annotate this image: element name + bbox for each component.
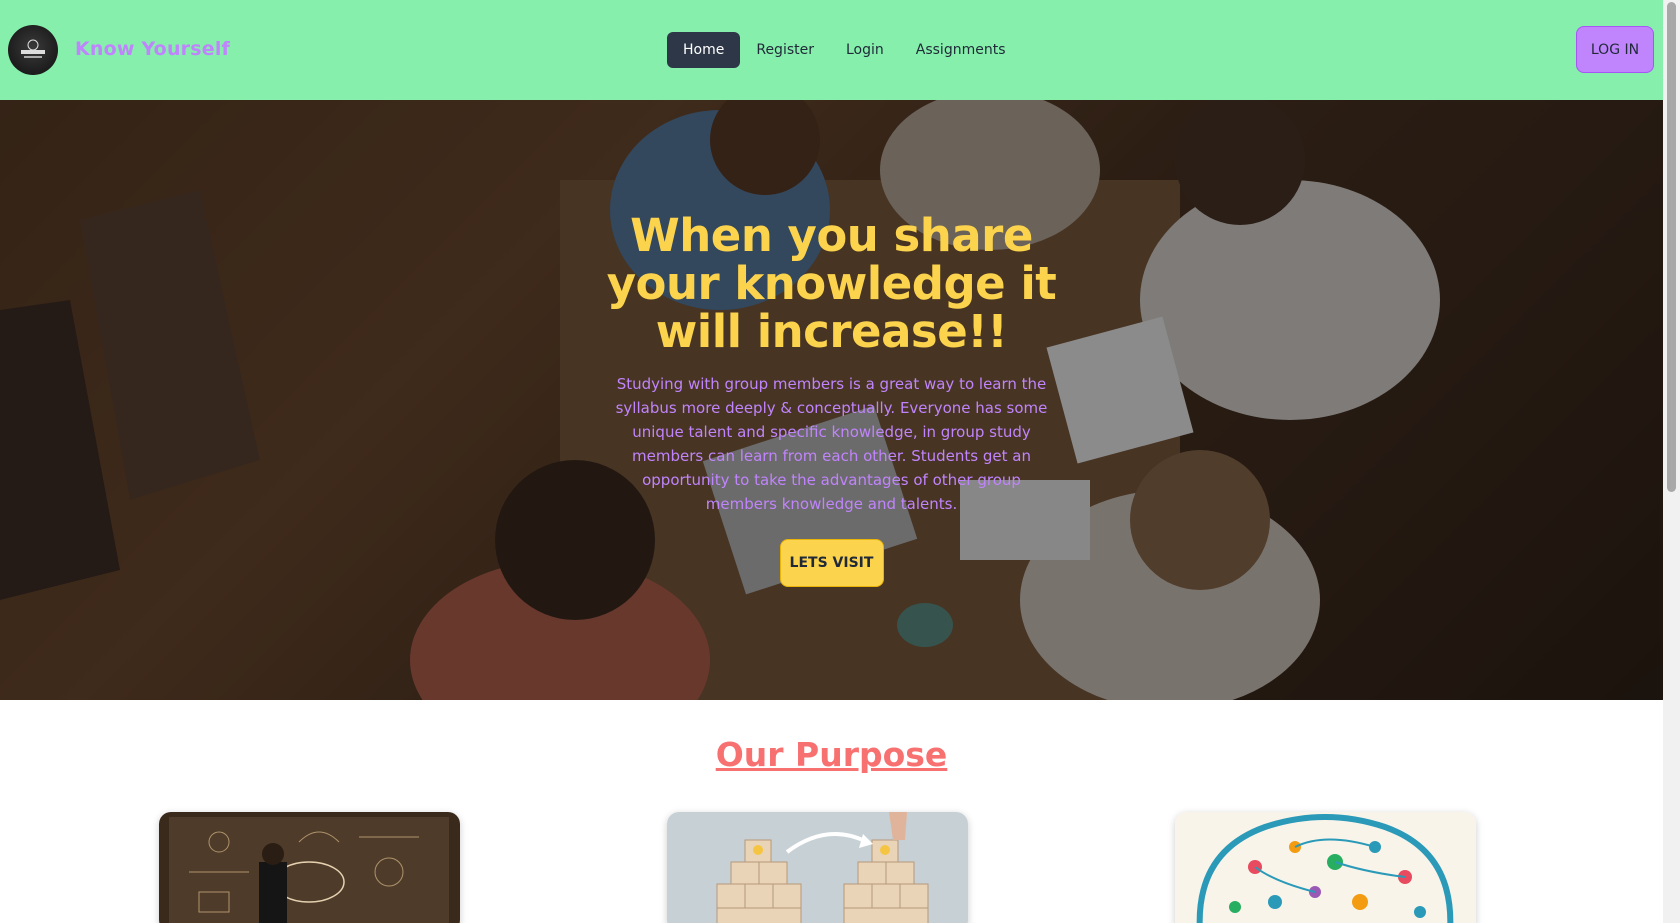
brain-icons-image bbox=[1175, 812, 1476, 923]
nav-assignments[interactable]: Assignments bbox=[900, 32, 1022, 68]
lets-visit-button[interactable]: LETS VISIT bbox=[779, 539, 884, 587]
nav-login[interactable]: Login bbox=[830, 32, 900, 68]
purpose-card-blocks[interactable] bbox=[667, 812, 968, 923]
nav-register[interactable]: Register bbox=[740, 32, 830, 68]
scrollbar-thumb[interactable] bbox=[1667, 2, 1676, 492]
brand-name[interactable]: Know Yourself bbox=[75, 38, 230, 60]
hero-description: Studying with group members is a great w… bbox=[615, 375, 1048, 513]
main-nav: Home Register Login Assignments bbox=[667, 32, 1022, 68]
hero-content: When you share your knowledge it will in… bbox=[605, 212, 1058, 587]
purpose-title: Our Purpose bbox=[715, 735, 948, 774]
purpose-card-brain[interactable] bbox=[1175, 812, 1476, 923]
purpose-card-chalkboard[interactable] bbox=[159, 812, 460, 923]
hero-section: When you share your knowledge it will in… bbox=[0, 100, 1663, 700]
chalkboard-ideas-image bbox=[159, 812, 460, 923]
navbar: Know Yourself Home Register Login Assign… bbox=[0, 0, 1663, 100]
login-button[interactable]: LOG IN bbox=[1576, 26, 1654, 73]
site-logo[interactable] bbox=[8, 25, 58, 75]
hero-title: When you share your knowledge it will in… bbox=[606, 209, 1057, 358]
page-scrollbar[interactable] bbox=[1663, 0, 1680, 923]
logo-emblem-icon bbox=[21, 39, 45, 58]
nav-home[interactable]: Home bbox=[667, 32, 741, 68]
knowledge-blocks-image bbox=[667, 812, 968, 923]
